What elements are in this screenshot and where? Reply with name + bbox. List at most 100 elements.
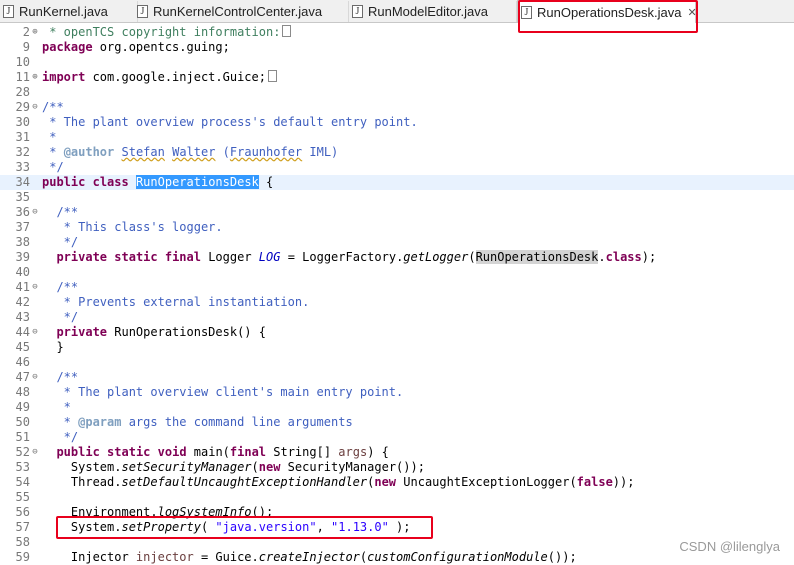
code-line[interactable]: 42 * Prevents external instantiation. — [0, 295, 794, 310]
code-line[interactable]: 51 */ — [0, 430, 794, 445]
line-number: 59 — [15, 550, 30, 564]
line-number: 56 — [15, 505, 30, 519]
line-number: 46 — [15, 355, 30, 369]
code-text: public class RunOperationsDesk { — [42, 175, 274, 189]
code-text: Injector injector = Guice.createInjector… — [42, 550, 577, 564]
code-text: public static void main(final String[] a… — [56, 445, 389, 459]
collapse-fold-icon[interactable]: ⊖ — [30, 100, 40, 115]
code-text: * Prevents external instantiation. — [42, 295, 310, 309]
code-text: private static final Logger LOG = Logger… — [56, 250, 657, 264]
code-line[interactable]: 31 * — [0, 130, 794, 145]
tab-label: RunKernelControlCenter.java — [153, 4, 323, 19]
code-line[interactable]: 33 */ — [0, 160, 794, 175]
code-line[interactable]: 11 ⊕ import com.google.inject.Guice; — [0, 70, 794, 85]
code-line[interactable]: 46 — [0, 355, 794, 370]
line-number: 10 — [15, 55, 30, 69]
line-number: 40 — [15, 265, 30, 279]
code-text: * The plant overview client's main entry… — [42, 385, 404, 399]
code-line[interactable]: 41 ⊖ /** — [0, 280, 794, 295]
expand-fold-icon[interactable]: ⊕ — [30, 25, 40, 40]
line-number: 53 — [15, 460, 30, 474]
code-line[interactable]: 48 * The plant overview client's main en… — [0, 385, 794, 400]
code-text: */ — [42, 160, 64, 174]
code-text: * The plant overview process's default e… — [42, 115, 418, 129]
code-line[interactable]: 2 ⊕ * openTCS copyright information: — [0, 25, 794, 40]
code-text: Thread.setDefaultUncaughtExceptionHandle… — [42, 475, 635, 489]
line-number: 50 — [15, 415, 30, 429]
code-text: */ — [42, 235, 79, 249]
code-text: * — [42, 130, 57, 144]
code-line[interactable]: 59 Injector injector = Guice.createInjec… — [0, 550, 794, 565]
code-line[interactable]: 38 */ — [0, 235, 794, 250]
code-line[interactable]: 53 System.setSecurityManager(new Securit… — [0, 460, 794, 475]
code-line[interactable]: 34 public class RunOperationsDesk { — [0, 175, 794, 190]
tab-runmodeleditor[interactable]: J RunModelEditor.java — [349, 1, 517, 22]
code-line[interactable]: 32 * @author Stefan Walter (Fraunhofer I… — [0, 145, 794, 160]
line-number: 51 — [15, 430, 30, 444]
line-number: 43 — [15, 310, 30, 324]
line-number: 9 — [22, 40, 30, 54]
tab-runkernel[interactable]: J RunKernel.java — [0, 1, 138, 22]
code-line[interactable]: 49 * — [0, 400, 794, 415]
line-number: 32 — [15, 145, 30, 159]
line-number: 47 — [15, 370, 30, 384]
tab-runkernelcontrolcenter[interactable]: J RunKernelControlCenter.java — [134, 1, 349, 22]
code-text: * @author Stefan Walter (Fraunhofer IML) — [42, 145, 339, 159]
code-text: private RunOperationsDesk() { — [56, 325, 266, 339]
expand-fold-icon[interactable]: ⊕ — [30, 70, 40, 85]
code-line[interactable]: 9 package org.opentcs.guing; — [0, 40, 794, 55]
code-line[interactable]: 45 } — [0, 340, 794, 355]
code-line[interactable]: 35 — [0, 190, 794, 205]
code-line[interactable]: 50 * @param args the command line argume… — [0, 415, 794, 430]
line-number: 30 — [15, 115, 30, 129]
collapse-fold-icon[interactable]: ⊖ — [30, 325, 40, 340]
line-number: 31 — [15, 130, 30, 144]
collapse-fold-icon[interactable]: ⊖ — [30, 205, 40, 220]
code-text: package org.opentcs.guing; — [42, 40, 230, 54]
code-line[interactable]: 29 ⊖/** — [0, 100, 794, 115]
line-number: 2 — [22, 25, 30, 39]
collapse-fold-icon[interactable]: ⊖ — [30, 445, 40, 460]
collapse-fold-icon[interactable]: ⊖ — [30, 280, 40, 295]
code-line[interactable]: 37 * This class's logger. — [0, 220, 794, 235]
line-number: 49 — [15, 400, 30, 414]
code-editor[interactable]: 2 ⊕ * openTCS copyright information: 9 pack… — [0, 23, 794, 564]
line-number: 41 — [15, 280, 30, 294]
code-line[interactable]: 40 — [0, 265, 794, 280]
watermark: CSDN @lilenglya — [679, 539, 780, 554]
code-text: /** — [56, 370, 79, 384]
code-line[interactable]: 44 ⊖ private RunOperationsDesk() { — [0, 325, 794, 340]
code-line[interactable]: 30 * The plant overview process's defaul… — [0, 115, 794, 130]
code-line[interactable]: 55 — [0, 490, 794, 505]
setproperty-line-highlight — [56, 516, 433, 539]
tab-label: RunKernel.java — [19, 4, 108, 19]
code-text: */ — [42, 310, 79, 324]
java-file-icon: J — [137, 5, 148, 18]
line-number: 29 — [15, 100, 30, 114]
code-line[interactable]: 36 ⊖ /** — [0, 205, 794, 220]
code-text: * openTCS copyright information: — [42, 25, 292, 40]
line-number: 45 — [15, 340, 30, 354]
code-line[interactable]: 28 — [0, 85, 794, 100]
line-number: 34 — [15, 175, 30, 189]
line-number: 44 — [15, 325, 30, 339]
code-line[interactable]: 47 ⊖ /** — [0, 370, 794, 385]
code-text: /** — [42, 100, 64, 114]
code-text: * — [42, 400, 71, 414]
code-text: /** — [56, 280, 79, 294]
line-number: 54 — [15, 475, 30, 489]
code-line[interactable]: 39 private static final Logger LOG = Log… — [0, 250, 794, 265]
line-number: 36 — [15, 205, 30, 219]
code-line[interactable]: 10 — [0, 55, 794, 70]
code-text: * This class's logger. — [42, 220, 223, 234]
line-number: 42 — [15, 295, 30, 309]
line-number: 28 — [15, 85, 30, 99]
collapse-fold-icon[interactable]: ⊖ — [30, 370, 40, 385]
code-line[interactable]: 52 ⊖ public static void main(final String… — [0, 445, 794, 460]
line-number: 58 — [15, 535, 30, 549]
code-text: } — [42, 340, 64, 354]
code-line[interactable]: 54 Thread.setDefaultUncaughtExceptionHan… — [0, 475, 794, 490]
code-text: System.setSecurityManager(new SecurityMa… — [42, 460, 425, 474]
code-line[interactable]: 43 */ — [0, 310, 794, 325]
code-text: */ — [42, 430, 79, 444]
